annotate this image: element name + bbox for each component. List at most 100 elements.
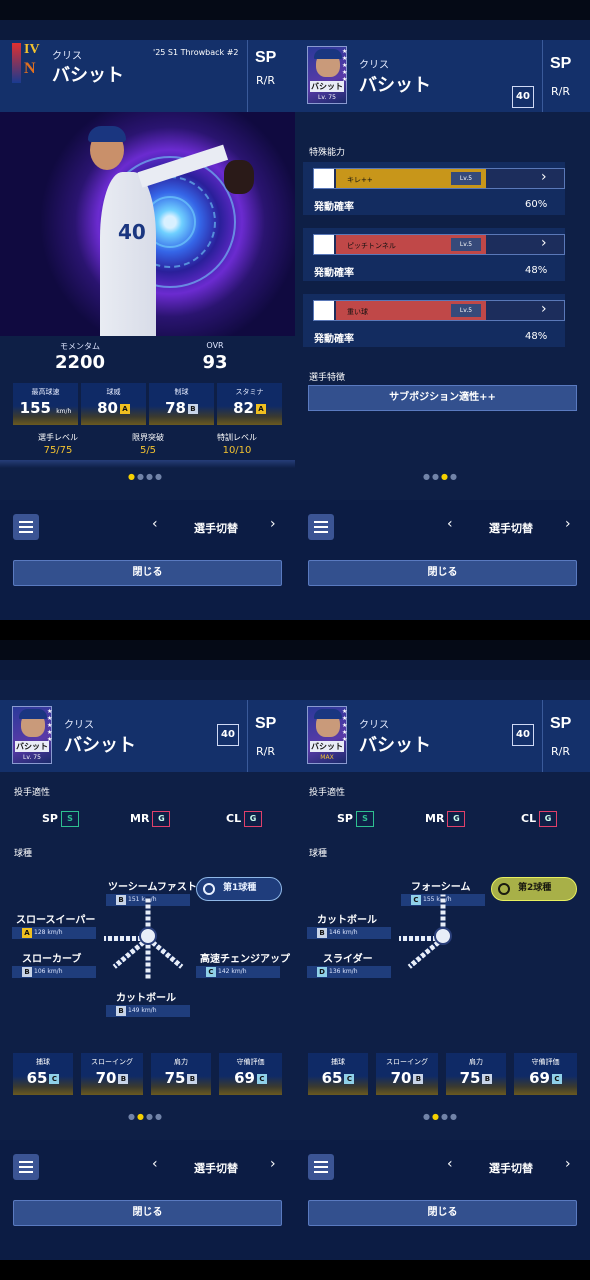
batter-icon	[314, 301, 334, 320]
footer: ‹ 選手切替 › 閉じる	[0, 1140, 295, 1260]
player-level-value: 75/75	[43, 445, 73, 456]
panel-pitches-primary: バシット Lv. 75 ★ ★ ★ ★ ★ クリス バシット 40 SP R/R 投手適性…	[0, 640, 295, 1260]
trait-button[interactable]: サブポジション適性++	[308, 385, 577, 411]
pitches-section-title: 球種	[309, 849, 328, 859]
last-name: バシット	[359, 75, 431, 96]
panel-overview: IV N クリス バシット '25 S1 Throwback #2 SP R/R…	[0, 0, 295, 620]
pitch-item: カットボール 146 km/h B	[307, 911, 393, 951]
page-indicator: ●●●●	[128, 472, 164, 481]
next-player-button[interactable]: ›	[565, 516, 571, 532]
fielding-rating: 守備評価 69 C	[219, 1053, 282, 1095]
pitches-section-title: 球種	[14, 849, 33, 859]
traits-section-title: 選手特徴	[309, 373, 346, 383]
last-name: バシット	[64, 735, 136, 756]
position: SP	[550, 715, 572, 732]
next-player-button[interactable]: ›	[270, 1156, 276, 1172]
limit-break-value: 5/5	[139, 445, 157, 456]
chevron-right-icon: ›	[541, 235, 547, 251]
cap	[88, 126, 126, 142]
menu-button[interactable]	[308, 1154, 334, 1180]
aptitude-cl: CL G	[226, 811, 263, 827]
switch-player-label: 選手切替	[194, 1162, 238, 1175]
position: SP	[550, 55, 572, 72]
fielding-catch: 捕球 65 C	[13, 1053, 73, 1095]
first-name: クリス	[359, 720, 389, 731]
page-indicator: ●●●●	[423, 472, 459, 481]
prev-player-button[interactable]: ‹	[152, 1156, 158, 1172]
ability-name: 重い球	[347, 308, 368, 316]
close-button[interactable]: 閉じる	[13, 1200, 282, 1226]
pitch-item: スライダー 136 km/h D	[307, 950, 393, 990]
position: SP	[255, 715, 277, 732]
aptitude-cl: CL G	[521, 811, 558, 827]
ovr-label: OVR	[206, 341, 224, 350]
aptitude-section-title: 投手適性	[309, 788, 346, 798]
close-button[interactable]: 閉じる	[308, 1200, 577, 1226]
secondary-pitch-tag[interactable]: 第2球種	[491, 877, 577, 901]
position: SP	[255, 49, 277, 66]
aptitude-mr: MR G	[130, 811, 171, 827]
stat-power: 球威 80 A	[81, 383, 146, 425]
ability-name: キレ++	[347, 176, 373, 184]
player-header: バシット Lv. 75 ★ ★ ★ ★ ★ クリス バシット 40 SP R/R	[0, 700, 295, 772]
ability-row[interactable]: 重い球 Lv.5 › 発動確率 48%	[303, 294, 565, 347]
footer: ‹ 選手切替 › 閉じる	[295, 500, 590, 620]
next-player-button[interactable]: ›	[565, 1156, 571, 1172]
prev-player-button[interactable]: ‹	[447, 1156, 453, 1172]
switch-player-label: 選手切替	[489, 1162, 533, 1175]
ability-level: Lv.5	[451, 172, 481, 185]
player-card-thumbnail: バシット Lv. 75	[307, 46, 347, 104]
hand: R/R	[256, 745, 275, 758]
ability-row[interactable]: キレ++ Lv.5 › 発動確率 60%	[303, 162, 565, 215]
last-name: バシット	[359, 735, 431, 756]
pitch-item: スローカーブ 106 km/h B	[12, 950, 98, 990]
aptitude-mr: MR G	[425, 811, 466, 827]
prev-player-button[interactable]: ‹	[152, 516, 158, 532]
pitch-item: カットボール 149 km/h B	[106, 989, 192, 1029]
star-icons: ★ ★ ★ ★ ★	[342, 48, 348, 83]
close-button[interactable]: 閉じる	[13, 560, 282, 586]
stat-max-speed: 最高球速 155 km/h	[13, 383, 78, 425]
star-icons: ★ ★ ★ ★ ★	[47, 708, 53, 743]
hand: R/R	[256, 74, 275, 87]
limit-break-label: 限界突破	[132, 433, 164, 442]
menu-button[interactable]	[13, 1154, 39, 1180]
first-name: クリス	[359, 60, 389, 71]
player-card-thumbnail: バシット MAX	[307, 706, 347, 764]
pitch-item: スロースイーパー 128 km/h A	[12, 911, 98, 951]
switch-player-label: 選手切替	[489, 522, 533, 535]
menu-button[interactable]	[308, 514, 334, 540]
close-button[interactable]: 閉じる	[308, 560, 577, 586]
player-card-thumbnail: バシット Lv. 75	[12, 706, 52, 764]
hand: R/R	[551, 745, 570, 758]
menu-button[interactable]	[13, 514, 39, 540]
primary-pitch-tag[interactable]: 第1球種	[196, 877, 282, 901]
grade-ribbon	[12, 43, 21, 83]
ability-row[interactable]: ピッチトンネル Lv.5 › 発動確率 48%	[303, 228, 565, 281]
first-name: クリス	[64, 720, 94, 731]
fielding-throwing: スローイング 70 B	[81, 1053, 143, 1095]
training-level-value: 10/10	[222, 445, 252, 456]
card-label: '25 S1 Throwback #2	[153, 48, 239, 57]
player-level-label: 選手レベル	[38, 433, 78, 442]
prev-player-button[interactable]: ‹	[447, 516, 453, 532]
fielding-rating: 守備評価 69 C	[514, 1053, 577, 1095]
trigger-rate-value: 60%	[525, 199, 548, 210]
baseball-icon	[139, 927, 157, 945]
training-level-label: 特訓レベル	[217, 433, 257, 442]
ability-level: Lv.5	[451, 304, 481, 317]
fielding-throwing: スローイング 70 B	[376, 1053, 438, 1095]
switch-player-label: 選手切替	[194, 522, 238, 535]
footer: ‹ 選手切替 › 閉じる	[295, 1140, 590, 1260]
star-icons: ★ ★ ★ ★ ★	[342, 708, 348, 743]
ability-name: ピッチトンネル	[347, 242, 396, 250]
trigger-rate-value: 48%	[525, 265, 548, 276]
player-header: バシット MAX ★ ★ ★ ★ ★ クリス バシット 40 SP R/R	[295, 700, 590, 772]
ability-level: Lv.5	[451, 238, 481, 251]
next-player-button[interactable]: ›	[270, 516, 276, 532]
panel-pitches-secondary: バシット MAX ★ ★ ★ ★ ★ クリス バシット 40 SP R/R 投手適性 SP…	[295, 640, 590, 1260]
cycle-icon	[498, 883, 510, 895]
uniform-number: 40	[512, 86, 534, 108]
first-name: クリス	[52, 51, 82, 62]
ovr-value: 93	[202, 352, 228, 373]
